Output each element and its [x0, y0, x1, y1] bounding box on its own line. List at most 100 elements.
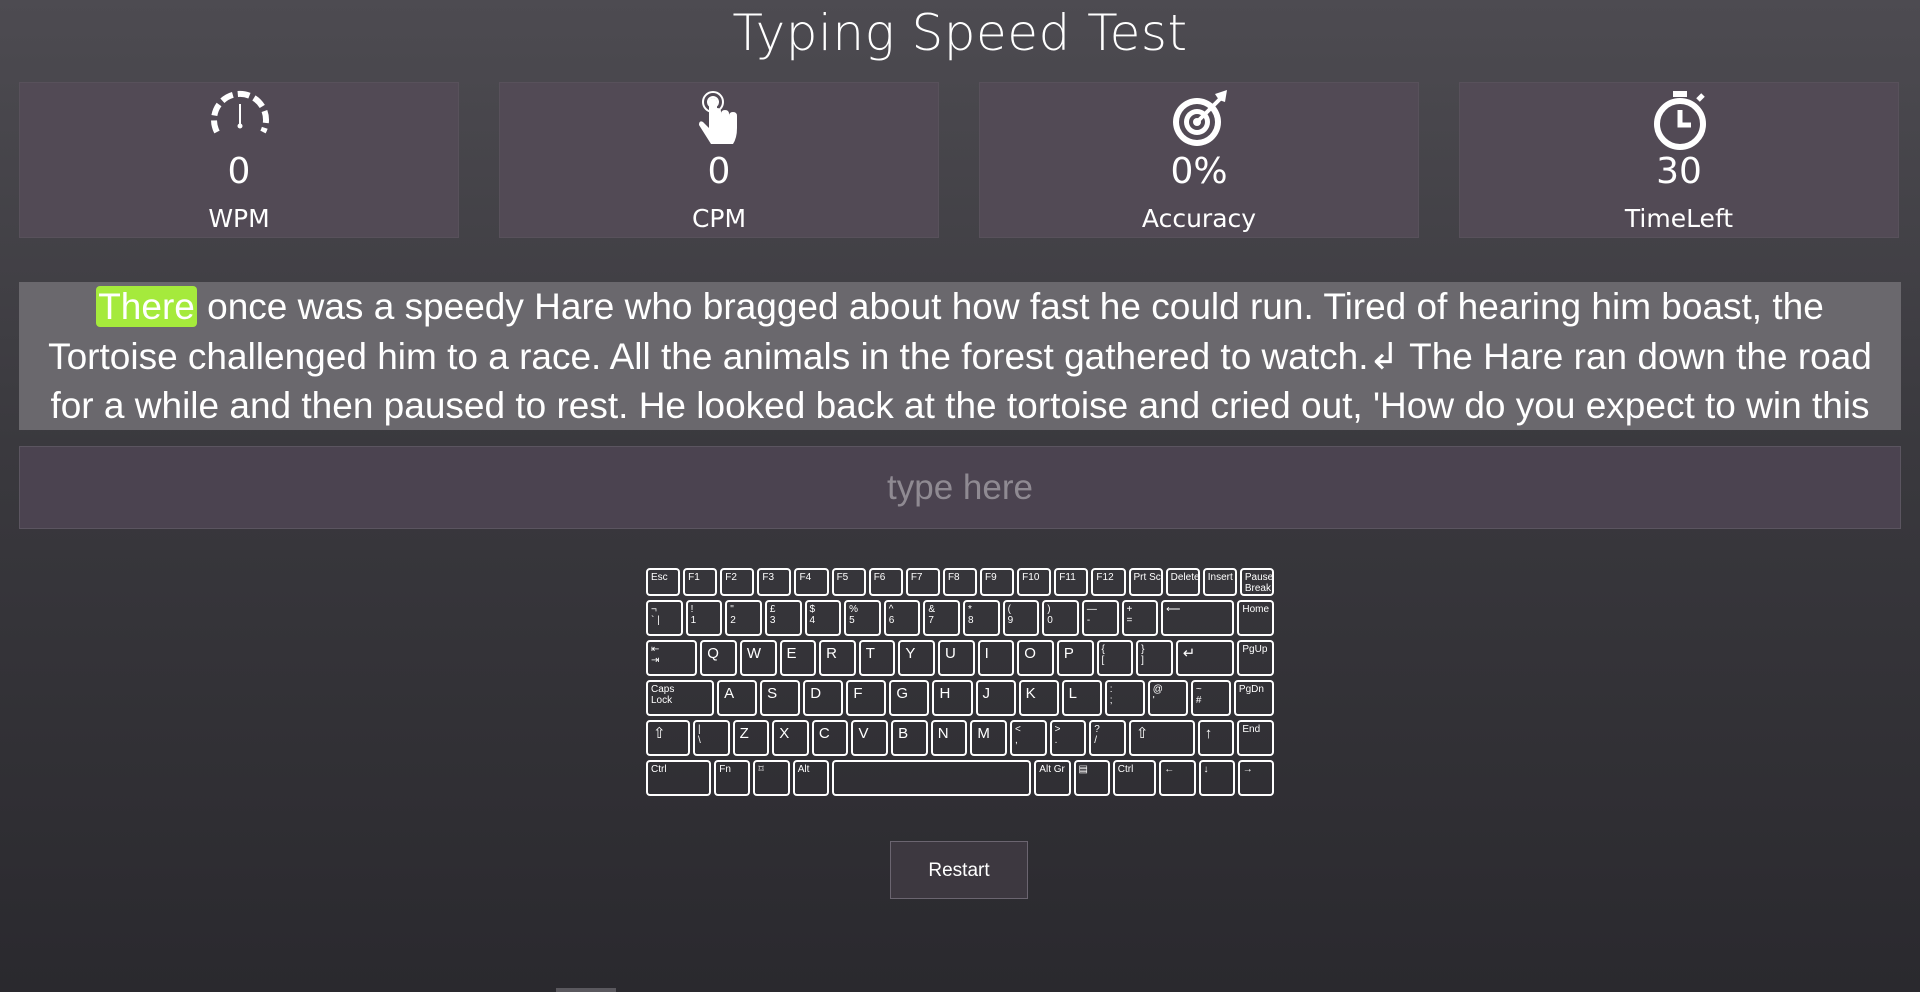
key-k: K [1018, 680, 1059, 716]
key-)-0: ) 0 [1042, 600, 1079, 636]
key-+-=: + = [1121, 600, 1159, 636]
key-f8: F8 [942, 568, 978, 596]
key-f10: F10 [1017, 568, 1052, 596]
key-w: W [739, 640, 777, 676]
key-insert: Insert [1202, 568, 1237, 596]
key-q: Q [700, 640, 737, 676]
key-@-': @ ' [1147, 680, 1188, 716]
key-↑: ↑ [1197, 720, 1235, 756]
key-—--: — - [1081, 600, 1119, 636]
key-space [831, 760, 1032, 796]
key-b: B [891, 720, 928, 756]
key-z: Z [732, 720, 770, 756]
key-ctrl: Ctrl [1112, 760, 1157, 796]
key-u: U [938, 640, 975, 676]
key-y: Y [898, 640, 936, 676]
key-p: P [1056, 640, 1094, 676]
key-prt-sc: Prt Sc [1128, 568, 1163, 596]
scroll-indicator [556, 988, 616, 992]
key-⇤-⇥: ⇤ ⇥ [646, 640, 698, 676]
passage-line: Tortoise challenged him to a race. All t… [48, 335, 1872, 377]
key-%-5: % 5 [844, 600, 881, 636]
restart-button[interactable]: Restart [890, 841, 1028, 899]
key-f7: F7 [905, 568, 940, 596]
key-f6: F6 [868, 568, 903, 596]
key-{-[: { [ [1096, 640, 1134, 676]
key-esc: Esc [646, 568, 681, 596]
key-$-4: $ 4 [804, 600, 842, 636]
key-caps-lock: Caps Lock [646, 680, 715, 716]
key-f12: F12 [1091, 568, 1126, 596]
speedometer-icon [211, 90, 269, 134]
key-j: J [975, 680, 1016, 716]
key-f3: F3 [757, 568, 792, 596]
key-:-;: : ; [1104, 680, 1145, 716]
stats-panel: 0 WPM 0 CPM 0% Accuracy 30 TimeLeft [0, 82, 1920, 238]
key-⟵: ⟵ [1161, 600, 1235, 636]
key-e: E [779, 640, 817, 676]
key-m: M [970, 720, 1007, 756]
key->-.: > . [1049, 720, 1087, 756]
key-alt: Alt [792, 760, 829, 796]
timeleft-stat: 30 TimeLeft [1459, 82, 1899, 238]
key-"-2: " 2 [725, 600, 762, 636]
key-v: V [851, 720, 889, 756]
key-?-/: ? / [1089, 720, 1126, 756]
passage-line: There once was a speedy Hare who bragged… [19, 282, 1901, 332]
key-o: O [1017, 640, 1054, 676]
cpm-stat: 0 CPM [499, 82, 939, 238]
key-¬-`-|: ¬ ` | [646, 600, 683, 636]
key-f: F [846, 680, 887, 716]
key-▤: ▤ [1073, 760, 1110, 796]
key-alt-gr: Alt Gr [1034, 760, 1071, 796]
key-£-3: £ 3 [764, 600, 802, 636]
key-ctrl: Ctrl [646, 760, 712, 796]
passage-line-rest: once was a speedy Hare who bragged about… [196, 286, 1824, 327]
type-input[interactable]: type here [19, 446, 1901, 529]
key-h: H [932, 680, 973, 716]
key-end: End [1237, 720, 1274, 756]
cpm-value: 0 [707, 151, 731, 192]
key-s: S [760, 680, 801, 716]
target-icon [1173, 90, 1227, 146]
key-i: I [977, 640, 1015, 676]
key-r: R [819, 640, 856, 676]
key-f1: F1 [683, 568, 718, 596]
tap-hand-icon [699, 91, 737, 144]
key-f11: F11 [1054, 568, 1089, 596]
key-pgdn: PgDn [1233, 680, 1274, 716]
wpm-label: WPM [208, 204, 270, 233]
key-*-8: * 8 [963, 600, 1000, 636]
key-home: Home [1237, 600, 1274, 636]
accuracy-label: Accuracy [1141, 204, 1257, 233]
key-~-#: ~ # [1190, 680, 1231, 716]
key-a: A [717, 680, 758, 716]
key-t: T [858, 640, 896, 676]
key-delete: Delete [1165, 568, 1200, 596]
key-←: ← [1159, 760, 1196, 796]
key-f2: F2 [720, 568, 755, 596]
passage-text: There once was a speedy Hare who bragged… [19, 282, 1901, 430]
key-⇧: ⇧ [1128, 720, 1195, 756]
wpm-value: 0 [227, 151, 251, 192]
page-title: Typing Speed Test [732, 4, 1188, 62]
key-|-\: | \ [692, 720, 730, 756]
timeleft-label: TimeLeft [1624, 204, 1734, 233]
keyboard-image: Esc F1 F2 F3 F4 F5 F6 F7 F8 F9 F10 F11 F12 Prt Sc Dele… [646, 568, 1274, 802]
key-<-,: < , [1009, 720, 1047, 756]
key-⌑: ⌑ [753, 760, 790, 796]
current-word: There [96, 286, 197, 327]
key-!-1: ! 1 [685, 600, 723, 636]
key-l: L [1061, 680, 1102, 716]
key-f9: F9 [980, 568, 1015, 596]
stopwatch-icon [1654, 91, 1706, 150]
accuracy-value: 0% [1170, 151, 1228, 192]
key-c: C [811, 720, 849, 756]
key-x: X [772, 720, 809, 756]
key-pause-break: Pause Break [1239, 568, 1274, 596]
key-d: D [803, 680, 844, 716]
key-→: → [1237, 760, 1274, 796]
wpm-stat: 0 WPM [19, 82, 459, 238]
key-⇧: ⇧ [646, 720, 690, 756]
key-n: N [930, 720, 968, 756]
